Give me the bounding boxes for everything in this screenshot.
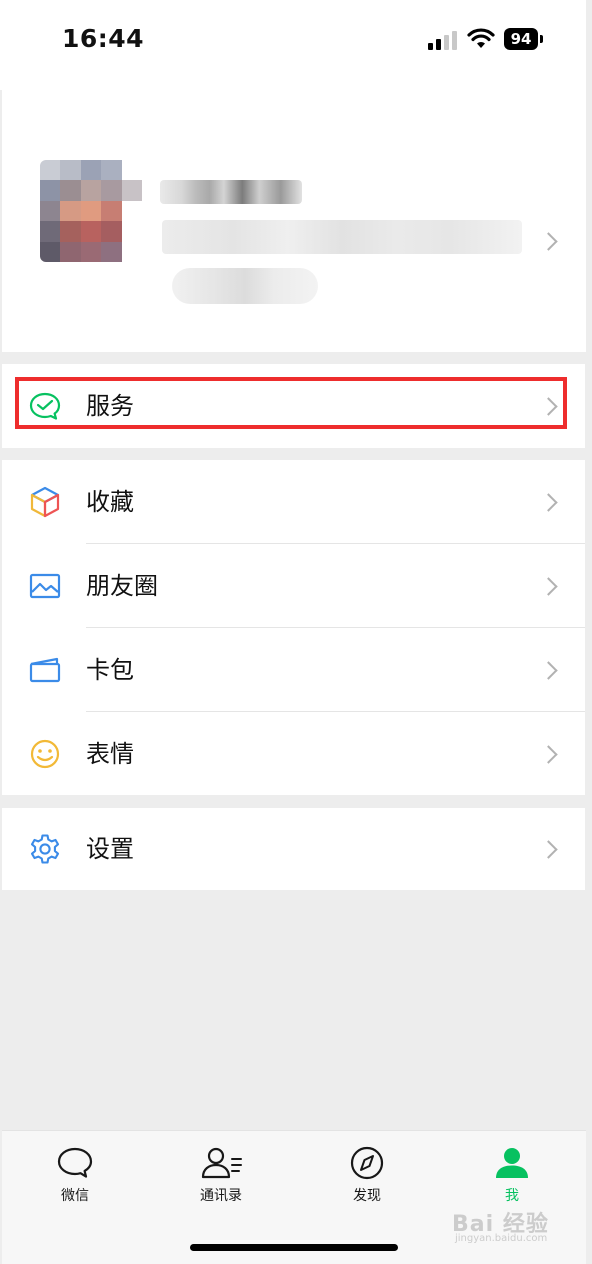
main-menu-section: 收藏 朋友圈 卡包 表情 <box>2 460 585 795</box>
menu-item-settings[interactable]: 设置 <box>2 808 585 890</box>
gear-icon <box>30 834 60 864</box>
cellular-signal-icon <box>428 30 458 50</box>
moments-photo-icon <box>29 573 61 599</box>
tab-label: 通讯录 <box>200 1188 242 1204</box>
watermark-url: jingyan.baidu.com <box>455 1233 548 1244</box>
compass-icon <box>350 1146 384 1180</box>
chevron-right-icon <box>539 661 558 680</box>
menu-item-favorites[interactable]: 收藏 <box>2 460 585 544</box>
menu-item-label: 设置 <box>86 835 134 863</box>
tab-label: 我 <box>505 1188 519 1204</box>
profile-header[interactable] <box>2 90 586 352</box>
person-icon <box>496 1148 528 1178</box>
tab-chats[interactable]: 微信 <box>30 1145 120 1205</box>
settings-section: 设置 <box>2 808 585 890</box>
menu-item-stickers[interactable]: 表情 <box>2 712 585 796</box>
tab-me[interactable]: 我 <box>467 1145 557 1205</box>
card-wallet-icon <box>29 657 61 683</box>
tab-contacts[interactable]: 通讯录 <box>176 1145 266 1205</box>
status-time: 16:44 <box>62 24 145 53</box>
menu-item-label: 卡包 <box>86 656 134 684</box>
wifi-icon <box>467 28 495 48</box>
tab-label: 发现 <box>353 1188 381 1204</box>
highlight-box <box>15 377 567 429</box>
home-indicator <box>190 1244 398 1251</box>
tab-label: 微信 <box>61 1188 89 1204</box>
avatar <box>40 160 142 262</box>
chevron-right-icon <box>539 577 558 596</box>
status-blurred <box>172 268 318 304</box>
chevron-right-icon <box>539 232 558 251</box>
menu-item-cards[interactable]: 卡包 <box>2 628 585 712</box>
chevron-right-icon <box>539 745 558 764</box>
status-bar: 16:44 94 <box>0 0 586 90</box>
nickname-blurred <box>160 180 302 204</box>
wechat-id-blurred <box>162 220 522 254</box>
battery-icon: 94 <box>504 28 544 50</box>
tab-discover[interactable]: 发现 <box>322 1145 412 1205</box>
contacts-icon <box>201 1147 242 1179</box>
battery-level: 94 <box>504 28 538 50</box>
chevron-right-icon <box>539 840 558 859</box>
favorites-cube-icon <box>30 486 60 518</box>
chat-bubble-icon <box>57 1147 93 1178</box>
smiley-icon <box>30 739 60 769</box>
menu-item-label: 表情 <box>86 740 134 768</box>
menu-item-label: 收藏 <box>86 488 134 516</box>
menu-item-moments[interactable]: 朋友圈 <box>2 544 585 628</box>
chevron-right-icon <box>539 493 558 512</box>
menu-item-label: 朋友圈 <box>86 572 158 600</box>
